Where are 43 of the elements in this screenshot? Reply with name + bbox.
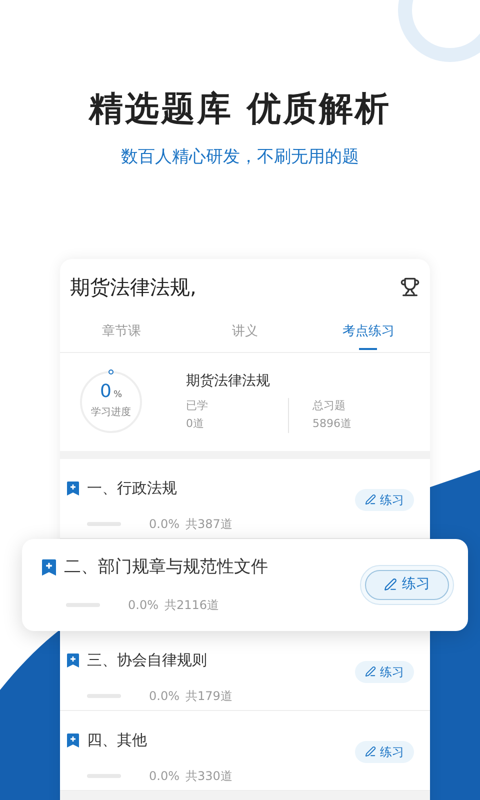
percent-text: 0.0% — [128, 597, 158, 614]
tab[interactable]: 讲义 — [183, 322, 307, 352]
question-count: 共179道 — [186, 688, 232, 706]
progress-unit: % — [113, 389, 122, 402]
chapter-row[interactable]: 一、行政法规 0.0% 共387道 练习 — [60, 458, 430, 538]
bookmark-icon — [67, 652, 79, 668]
progress-value: 0 — [100, 383, 112, 402]
stat-value: 0道 — [186, 416, 205, 432]
stat-value: 5896道 — [312, 416, 352, 432]
chapter-row[interactable]: 四、其他 0.0% 共330道 练习 — [60, 710, 430, 790]
practice-button[interactable]: 练习 — [355, 488, 414, 510]
chapter-title: 一、行政法规 — [87, 478, 177, 499]
question-count: 共330道 — [186, 768, 232, 786]
chapter-title: 二、部门规章与规范性文件 — [64, 556, 268, 579]
progress-label: 学习进度 — [91, 406, 131, 420]
practice-button[interactable]: 练习 — [355, 740, 414, 762]
pencil-icon — [384, 578, 397, 591]
highlighted-chapter-card[interactable]: 二、部门规章与规范性文件 0.0% 共2116道 练习 — [22, 538, 468, 630]
stat-label: 已学 — [186, 398, 209, 414]
pencil-icon — [365, 666, 376, 677]
question-count: 共387道 — [186, 516, 232, 534]
percent-text: 0.0% — [149, 516, 180, 534]
subject-name: 期货法律法规 — [186, 372, 271, 390]
bookmark-icon — [67, 480, 79, 496]
bookmark-icon — [67, 732, 79, 748]
headline: 精选题库 优质解析 — [89, 88, 391, 131]
subheadline: 数百人精心研发，不刷无用的题 — [121, 146, 359, 169]
tab[interactable]: 章节课 — [60, 322, 184, 352]
pencil-icon — [365, 746, 376, 757]
trophy-icon[interactable] — [400, 276, 420, 296]
course-title: 期货法律法规, — [70, 274, 196, 300]
bookmark-icon — [42, 559, 56, 576]
percent-text: 0.0% — [149, 688, 180, 706]
chapter-row[interactable]: 三、协会自律规则 0.0% 共179道 练习 — [60, 630, 430, 710]
percent-text: 0.0% — [149, 768, 180, 786]
tab[interactable]: 考点练习 — [306, 322, 430, 352]
stat-label: 总习题 — [312, 398, 346, 414]
practice-button[interactable]: 练习 — [355, 660, 414, 682]
chapter-title: 三、协会自律规则 — [87, 650, 207, 671]
chapter-title: 四、其他 — [87, 730, 147, 751]
question-count: 共2116道 — [164, 597, 220, 614]
pencil-icon — [365, 494, 376, 505]
practice-button[interactable]: 练习 — [365, 570, 449, 600]
